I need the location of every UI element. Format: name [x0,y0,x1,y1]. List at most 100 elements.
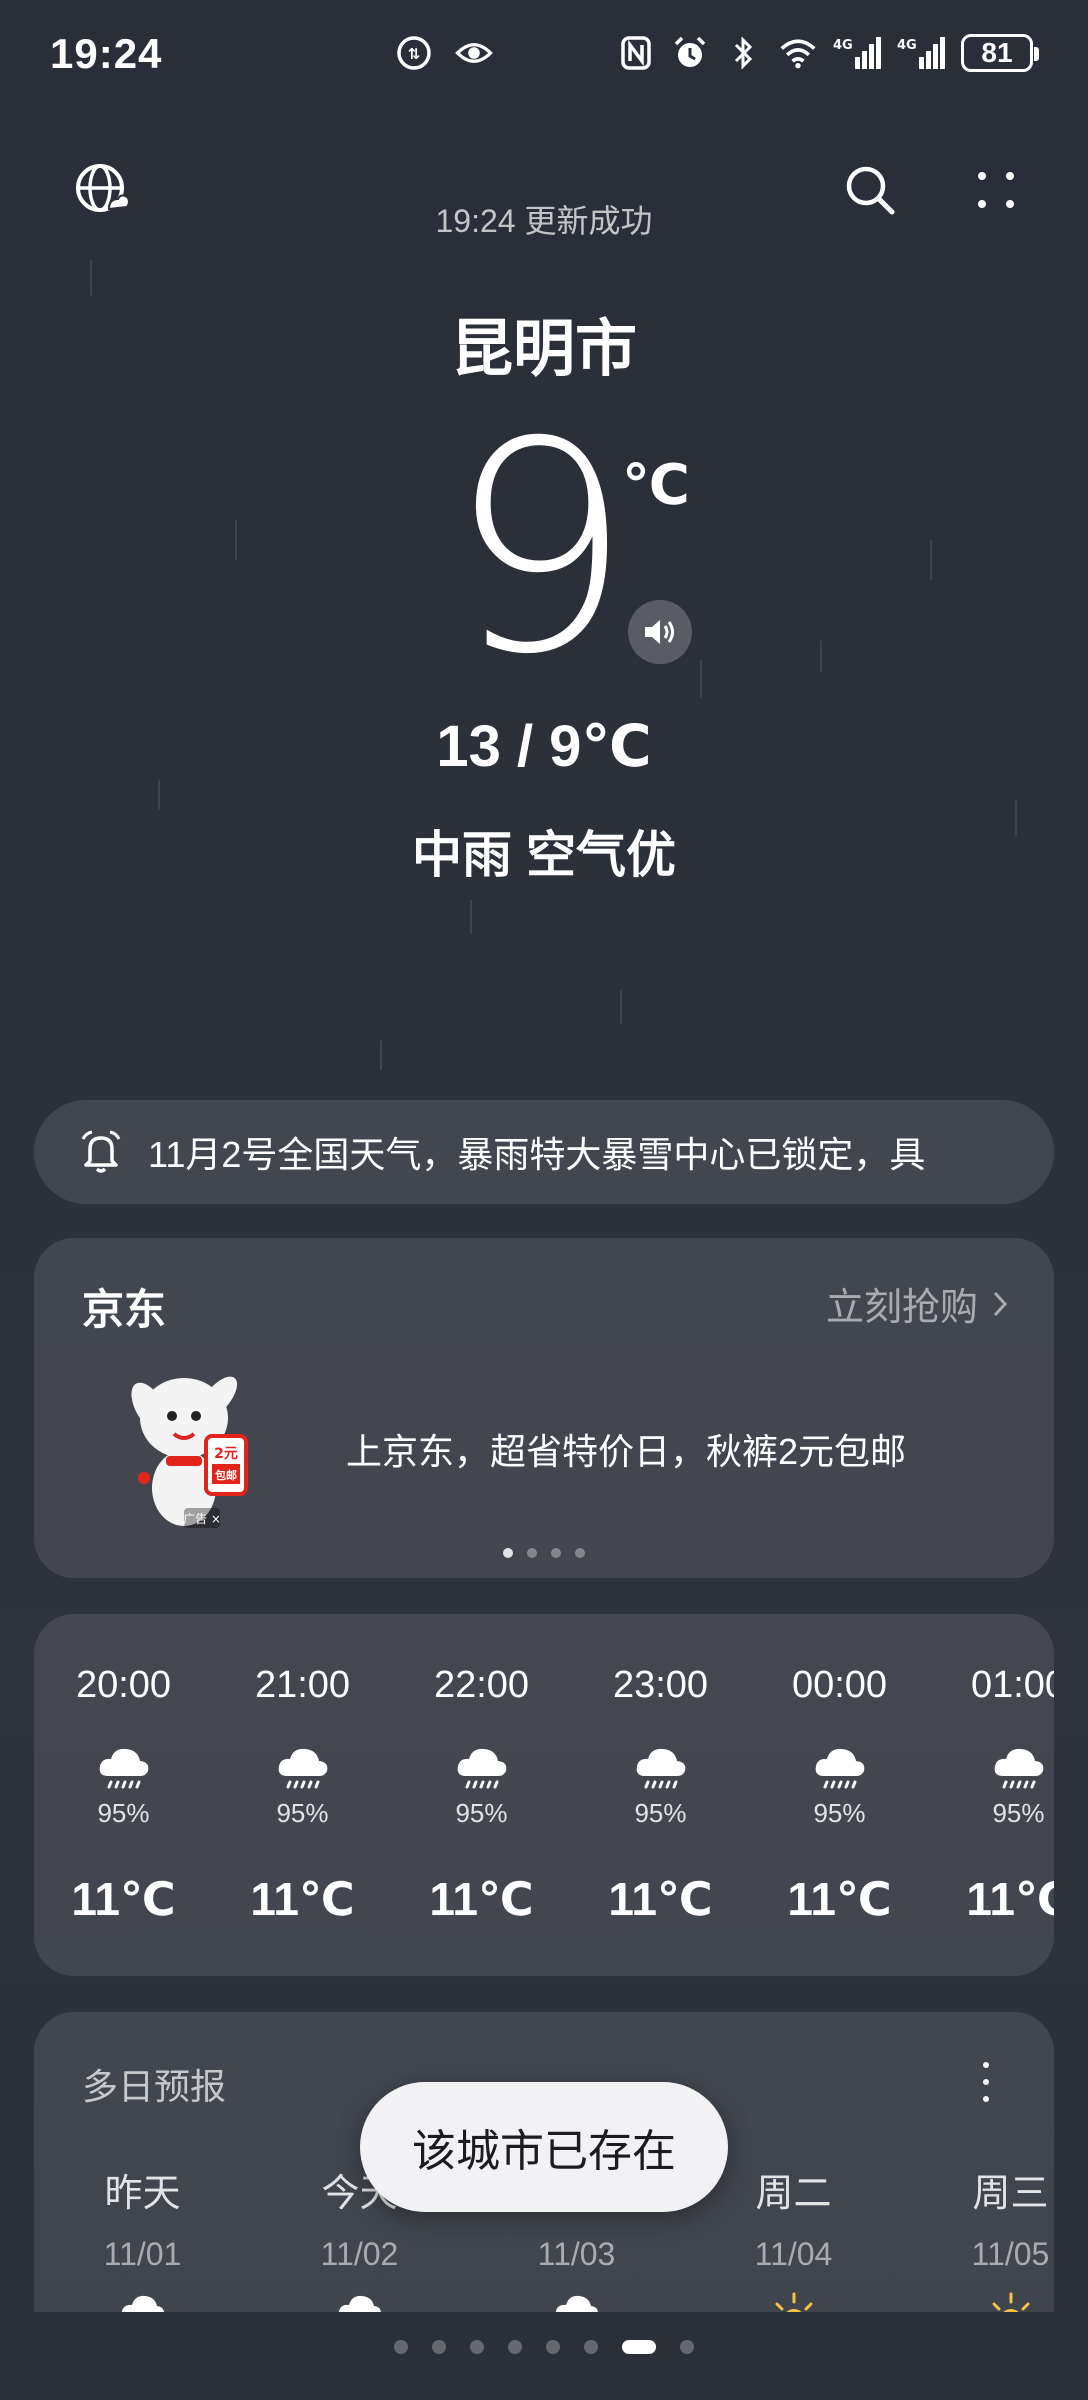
rain-streak [158,780,160,810]
rain-streak [380,1040,382,1070]
daily-item: 昨天 11/01 [34,2162,251,2312]
svg-text:2元: 2元 [214,1446,238,1462]
ad-brand: 京东 [82,1286,167,1333]
carousel-dot [551,1548,561,1558]
rain-streak [235,520,237,560]
ad-buy-now-button[interactable]: 立刻抢购 [826,1276,1008,1331]
carousel-dot [575,1548,585,1558]
hour-temperature: 11℃ [250,1873,355,1925]
ad-card[interactable]: 京东 立刻抢购 2元 包邮 广告 × 上京东，超省特价日，秋裤2元包邮 [34,1238,1054,1578]
hour-temperature: 11℃ [966,1873,1054,1925]
precipitation-probability: 95% [455,1798,508,1828]
weather-condition: 中雨 空气优 [412,827,676,883]
hour-temperature: 11℃ [608,1873,713,1925]
page-dot[interactable] [680,2340,694,2354]
svg-text:广告 ×: 广告 × [183,1512,221,1526]
svg-text:4G: 4G [833,38,853,53]
alarm-icon [671,34,709,72]
cloud-icon [554,2290,600,2312]
news-text: 11月2号全国天气，暴雨特大暴雪中心已锁定，具 [148,1134,926,1175]
jd-mascot-image: 2元 包邮 广告 × [114,1358,274,1538]
hour-temperature: 11℃ [429,1873,534,1925]
hour-time: 21:00 [254,1664,351,1706]
day-date: 11/04 [754,2236,833,2272]
rain-cloud-icon [96,1742,152,1796]
hourly-item: 00:00 95% 11℃ [750,1614,929,1976]
day-name: 周三 [972,2173,1049,2215]
rain-cloud-icon [991,1742,1047,1796]
page-dot[interactable] [432,2340,446,2354]
hour-time: 00:00 [791,1664,888,1706]
status-time: 19:24 [50,30,163,77]
page-dot[interactable] [508,2340,522,2354]
precipitation-probability: 95% [813,1798,866,1828]
svg-text:包邮: 包邮 [214,1468,237,1482]
precipitation-probability: 95% [634,1798,687,1828]
news-ticker[interactable]: 11月2号全国天气，暴雨特大暴雪中心已锁定，具 [34,1100,1054,1204]
ad-cta-label: 立刻抢购 [825,1287,978,1329]
update-status: 19:24 更新成功 [435,203,653,239]
page-dot[interactable] [470,2340,484,2354]
ad-carousel-indicator [34,1548,1054,1558]
hour-time: 22:00 [433,1664,530,1706]
hour-temperature: 11℃ [71,1873,176,1925]
page-dot[interactable] [584,2340,598,2354]
page-dot[interactable] [546,2340,560,2354]
rain-streak [700,660,702,698]
rain-cloud-icon [454,1742,510,1796]
page-dot[interactable] [394,2340,408,2354]
hd-icon: ⇅ [395,34,433,72]
rain-cloud-icon [812,1742,868,1796]
nfc-icon [617,34,655,72]
rain-streak [820,640,822,672]
day-date: 11/05 [971,2236,1050,2272]
hour-temperature: 11℃ [787,1873,892,1925]
daily-item: 周二 11/04 [685,2162,902,2312]
day-name: 昨天 [104,2173,181,2215]
hour-time: 23:00 [612,1664,709,1706]
battery-indicator: 81 [961,34,1039,72]
daily-more-icon[interactable] [976,2062,996,2102]
speaker-icon [645,620,674,644]
rain-streak [620,990,622,1024]
hourly-item: 23:00 95% 11℃ [571,1614,750,1976]
hourly-item: 21:00 95% 11℃ [213,1614,392,1976]
status-bar: 19:24 ⇅ 4G 4G 81 [0,0,1088,110]
temperature-unit: ℃ [622,453,690,516]
rain-cloud-icon [275,1742,331,1796]
precipitation-probability: 95% [276,1798,329,1828]
hour-time: 01:00 [970,1664,1054,1706]
day-date: 11/03 [537,2236,616,2272]
cloud-icon [337,2290,383,2312]
sun-icon [988,2290,1034,2312]
hourly-item: 20:00 95% 11℃ [34,1614,213,1976]
hour-time: 20:00 [75,1664,172,1706]
ad-text: 上京东，超省特价日，秋裤2元包邮 [346,1431,907,1472]
precipitation-probability: 95% [97,1798,150,1828]
rain-streak [930,540,932,580]
wifi-icon [779,34,817,72]
city-name: 昆明市 [450,315,637,384]
daily-item: 周三 11/05 [902,2162,1054,2312]
carousel-dot [503,1548,513,1558]
current-temperature: 9 [447,381,633,718]
rain-cloud-icon [633,1742,689,1796]
bottom-area [0,2312,1088,2400]
hourly-forecast[interactable]: 20:00 95% 11℃ 21:00 95% 11℃ 22:00 95% 11℃ 23:00 95… [34,1614,1054,1976]
day-date: 11/02 [320,2236,399,2272]
cloud-icon [120,2290,166,2312]
hourly-item: 22:00 95% 11℃ [392,1614,571,1976]
city-page-indicator[interactable] [0,2340,1088,2354]
precipitation-probability: 95% [992,1798,1045,1828]
sun-icon [771,2290,817,2312]
chevron-right-icon [993,1291,1008,1316]
signal-4g-icon: 4G [833,34,881,72]
rain-streak [470,900,472,934]
day-date: 11/01 [103,2236,182,2272]
toast-message: 该城市已存在 [360,2082,728,2212]
svg-text:4G: 4G [897,38,917,53]
voice-broadcast-button[interactable] [628,600,692,664]
page-dot[interactable] [622,2340,656,2354]
bluetooth-icon [725,34,763,72]
bell-icon [81,1130,121,1173]
